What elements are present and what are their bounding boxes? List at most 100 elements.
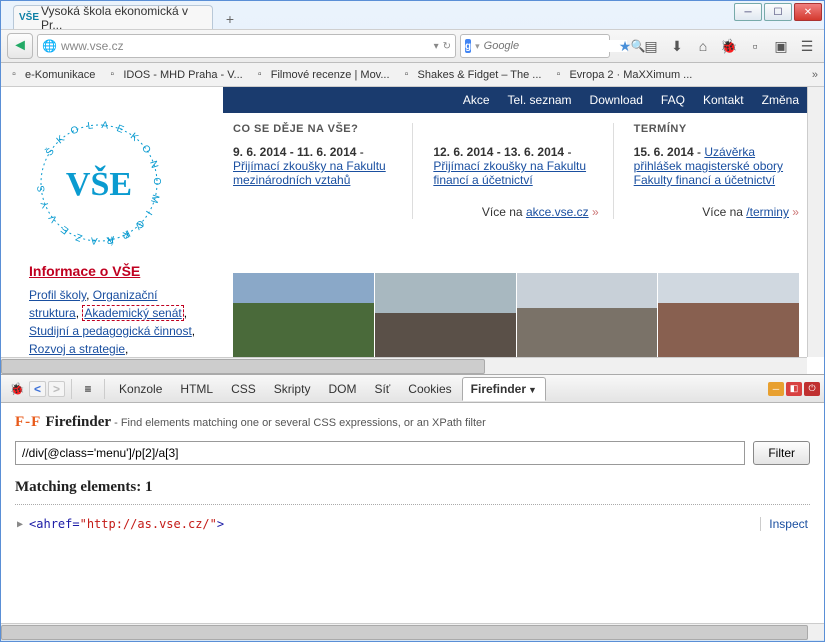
bookmark-item[interactable]: ▫Evropa 2 · MaXXimum ...: [551, 68, 692, 82]
google-icon: g: [465, 39, 471, 53]
back-button[interactable]: ◄: [7, 33, 33, 59]
nav-link[interactable]: Kontakt: [703, 93, 744, 107]
browser-tab[interactable]: VŠE Vysoká škola ekonomická v Pr...: [13, 5, 213, 29]
result-attr-name: href=: [43, 517, 79, 531]
event-date: 9. 6. 2014 - 11. 6. 2014: [233, 145, 356, 159]
window-maximize-button[interactable]: ☐: [764, 3, 792, 21]
news-column-1: CO SE DĚJE NA VŠE? 9. 6. 2014 - 11. 6. 2…: [233, 123, 413, 219]
nav-link[interactable]: Akce: [463, 93, 490, 107]
firefinder-logo: F-F: [15, 414, 41, 430]
bookmarks-toolbar: ▫e-Komunikace ▫IDOS - MHD Praha - V... ▫…: [1, 63, 824, 87]
firefinder-body: F-F Firefinder - Find elements matching …: [1, 403, 824, 623]
firebug-horizontal-scrollbar[interactable]: [1, 623, 824, 640]
home-icon[interactable]: ⌂: [692, 35, 714, 57]
window-minimize-button[interactable]: ─: [734, 3, 762, 21]
result-row[interactable]: ▶ <a href="http://as.vse.cz/"> Inspect: [15, 513, 810, 535]
nav-forward-button[interactable]: >: [48, 381, 65, 397]
bookmark-item[interactable]: ▫ IDOS - MHD Praha - V...: [105, 68, 242, 82]
filter-button[interactable]: Filter: [753, 441, 810, 465]
downloads-icon[interactable]: ⬇: [666, 35, 688, 57]
link[interactable]: Rozvoj a strategie: [29, 342, 125, 356]
bm-label: Evropa 2 · MaXXimum ...: [569, 69, 692, 81]
chevron-down-icon[interactable]: ▾: [475, 41, 480, 52]
devtools-icon[interactable]: ▣: [770, 35, 792, 57]
bm-icon: ▫: [105, 68, 119, 82]
firefinder-title: F-F Firefinder - Find elements matching …: [15, 413, 810, 431]
info-heading[interactable]: Informace o VŠE: [29, 261, 204, 282]
tab-css[interactable]: CSS: [223, 378, 264, 400]
vertical-scrollbar[interactable]: [807, 87, 824, 357]
result-tag: <a: [29, 517, 43, 531]
nav-link[interactable]: Tel. seznam: [508, 93, 572, 107]
firebug-icon[interactable]: 🐞: [718, 35, 740, 57]
bookmark-item[interactable]: ▫Filmové recenze | Mov...: [253, 68, 390, 82]
bm-label: IDOS - MHD Praha - V...: [123, 69, 242, 81]
globe-icon: 🌐: [42, 39, 57, 53]
tab-html[interactable]: HTML: [172, 378, 221, 400]
firefinder-subtitle: - Find elements matching one or several …: [111, 417, 486, 429]
link[interactable]: Studijní a pedagogická činnost: [29, 324, 192, 338]
result-close: >: [217, 517, 224, 531]
url-bar[interactable]: 🌐 ▾ ↻: [37, 34, 456, 58]
event-date: 15. 6. 2014: [634, 145, 694, 159]
nav-link[interactable]: Download: [590, 93, 643, 107]
firebug-panel: 🐞 < > ≡ Konzole HTML CSS Skripty DOM Síť…: [1, 375, 824, 640]
bookmark-item[interactable]: ▫e-Komunikace: [7, 68, 95, 82]
event-link[interactable]: Přijímací zkoušky na Fakultu mezinárodní…: [233, 159, 386, 187]
nav-back-button[interactable]: <: [29, 381, 46, 397]
link-highlighted[interactable]: Akademický senát: [82, 305, 183, 321]
more-label: Více na: [702, 205, 746, 219]
more-link[interactable]: /terminy: [746, 205, 789, 219]
addon-icon[interactable]: ▫: [744, 35, 766, 57]
expand-triangle-icon[interactable]: ▶: [17, 519, 23, 530]
list-icon[interactable]: ≡: [78, 379, 98, 399]
titlebar: VŠE Vysoká škola ekonomická v Pr... + ─ …: [1, 1, 824, 29]
tab-skripty[interactable]: Skripty: [266, 378, 319, 400]
event-link[interactable]: Přijímací zkoušky na Fakultu financí a ú…: [433, 159, 586, 187]
bookmarks-list-icon[interactable]: ▤: [640, 35, 662, 57]
panel-close-button[interactable]: ⏻: [804, 382, 820, 396]
inspect-link[interactable]: Inspect: [760, 517, 808, 531]
tab-dom[interactable]: DOM: [320, 378, 364, 400]
bm-icon: ▫: [400, 68, 414, 82]
search-bar[interactable]: g ▾ 🔍: [460, 34, 610, 58]
news-column-3: TERMÍNY 15. 6. 2014 - Uzávěrka přihlášek…: [634, 123, 799, 219]
svg-text:VŠE: VŠE: [66, 165, 132, 203]
page-content: Akce Tel. seznam Download FAQ Kontakt Zm…: [1, 87, 824, 375]
site-logo[interactable]: Š K O L A E K O N O M I C K Á V P R A Z …: [29, 113, 204, 253]
col-heading: CO SE DĚJE NA VŠE?: [233, 123, 398, 135]
site-top-nav: Akce Tel. seznam Download FAQ Kontakt Zm…: [223, 87, 809, 113]
link[interactable]: Profil školy: [29, 288, 86, 302]
bookmark-item[interactable]: ▫ Shakes & Fidget – The ...: [400, 68, 542, 82]
horizontal-scrollbar[interactable]: [1, 357, 807, 374]
bm-label: e-Komunikace: [25, 69, 95, 81]
window-close-button[interactable]: ✕: [794, 3, 822, 21]
panel-popout-button[interactable]: ◧: [786, 382, 802, 396]
col-heading: TERMÍNY: [634, 123, 799, 135]
more-link[interactable]: akce.vse.cz: [526, 205, 589, 219]
tab-cookies[interactable]: Cookies: [400, 378, 459, 400]
tab-firefinder[interactable]: Firefinder▼: [462, 377, 546, 401]
bookmarks-overflow-icon[interactable]: »: [812, 69, 818, 81]
nav-link[interactable]: FAQ: [661, 93, 685, 107]
bookmark-star-icon[interactable]: ★: [614, 35, 636, 57]
xpath-input[interactable]: [15, 441, 745, 465]
more-label: Více na: [482, 205, 526, 219]
new-tab-button[interactable]: +: [219, 9, 241, 29]
tab-konzole[interactable]: Konzole: [111, 378, 170, 400]
panel-minimize-button[interactable]: ─: [768, 382, 784, 396]
result-attr-value: "http://as.vse.cz/": [80, 517, 217, 531]
tab-sit[interactable]: Síť: [366, 378, 398, 400]
firebug-logo-icon[interactable]: 🐞: [7, 379, 27, 399]
bm-label: Shakes & Fidget – The ...: [418, 69, 542, 81]
url-input[interactable]: [61, 39, 430, 53]
search-input[interactable]: [484, 40, 627, 52]
tab-title: Vysoká škola ekonomická v Pr...: [41, 4, 204, 32]
reload-icon[interactable]: ↻: [443, 41, 451, 52]
matching-count: Matching elements: 1: [15, 479, 810, 496]
firefinder-name: Firefinder: [46, 414, 112, 430]
menu-icon[interactable]: ☰: [796, 35, 818, 57]
dropdown-icon[interactable]: ▾: [434, 41, 439, 52]
col-heading: [433, 123, 598, 135]
nav-link[interactable]: Změna: [762, 93, 799, 107]
